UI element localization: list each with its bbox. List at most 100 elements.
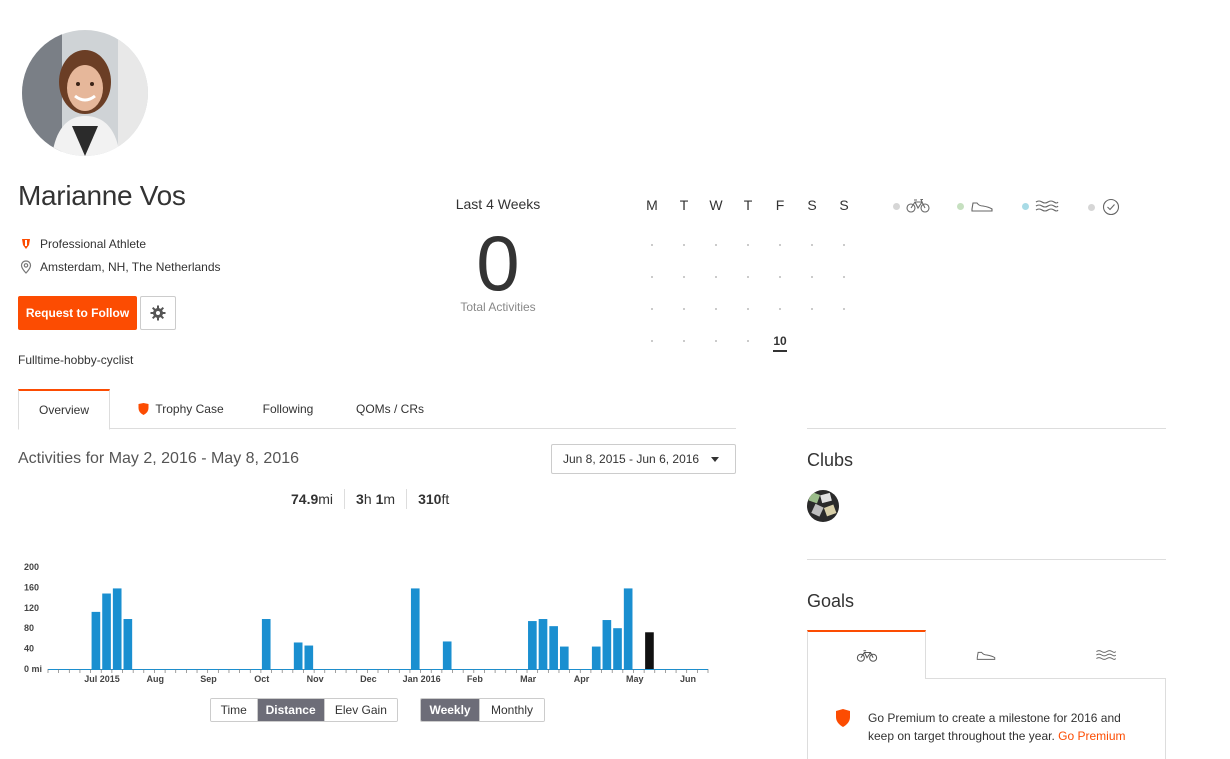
calendar-day-dot <box>747 340 749 342</box>
chart-bar[interactable] <box>91 611 101 669</box>
legend-dot <box>957 202 964 210</box>
premium-shield-icon <box>836 709 850 727</box>
run-shoe-icon <box>976 651 996 660</box>
athlete-bio: Fulltime-hobby-cyclist <box>18 353 134 367</box>
chevron-down-icon <box>711 457 719 462</box>
calendar-day-dot <box>683 308 685 310</box>
legend-ride[interactable] <box>893 198 930 214</box>
swim-icon <box>1035 200 1059 212</box>
chart-bar[interactable] <box>442 641 452 669</box>
metric-distance-button[interactable]: Distance <box>257 699 325 721</box>
athlete-location-row: Amsterdam, NH, The Netherlands <box>20 260 221 274</box>
tab-label: Overview <box>38 403 89 417</box>
weekly-distance-chart: 200 160 120 80 40 0 mi Jul 2015 Aug Sep Oct Nov Dec… <box>24 562 709 684</box>
period-monthly-button[interactable]: Monthly <box>480 699 544 721</box>
tab-trophy-case[interactable]: Trophy Case <box>124 389 238 429</box>
club-badge[interactable] <box>807 490 839 522</box>
calendar-today[interactable]: 10 <box>770 334 790 348</box>
x-tick-label: Nov <box>307 674 324 684</box>
legend-dot <box>1022 202 1029 210</box>
chart-bar[interactable] <box>261 619 271 669</box>
stat-time: 3h1m <box>344 489 406 509</box>
trophy-shield-icon <box>138 403 149 415</box>
stat-elevation-unit: ft <box>441 491 450 507</box>
chart-bar[interactable] <box>623 588 633 669</box>
chart-bar[interactable] <box>538 619 548 669</box>
calendar-day-dot <box>715 244 717 246</box>
chart-bar[interactable] <box>293 642 303 669</box>
legend-run[interactable] <box>957 198 994 214</box>
athlete-location: Amsterdam, NH, The Netherlands <box>40 260 221 274</box>
chart-bar[interactable] <box>304 645 314 669</box>
x-tick-label: Sep <box>200 674 217 684</box>
stat-time-minutes: 1 <box>375 491 384 507</box>
chart-bar[interactable] <box>102 593 111 669</box>
run-shoe-icon <box>971 202 993 212</box>
calendar-day-dot <box>843 244 845 246</box>
swim-icon <box>1096 649 1117 660</box>
divider <box>807 428 1166 429</box>
tab-overview[interactable]: Overview <box>18 389 110 430</box>
chart-bar[interactable] <box>528 621 537 669</box>
legend-dot <box>893 202 900 210</box>
cal-day-header: S <box>839 197 849 213</box>
y-tick-label: 40 <box>24 644 34 654</box>
chart-bar[interactable] <box>410 588 420 669</box>
x-tick-label: Jul 2015 <box>84 674 120 684</box>
tab-following[interactable]: Following <box>248 389 328 429</box>
goal-tab-run[interactable] <box>926 630 1046 679</box>
y-tick-label: 160 <box>24 582 39 592</box>
x-tick-label: Mar <box>520 674 537 684</box>
cal-day-header: M <box>646 197 658 213</box>
metric-elev-gain-button[interactable]: Elev Gain <box>324 699 397 721</box>
cal-day-header: T <box>743 197 753 213</box>
calendar-day-dot <box>651 244 653 246</box>
chart-bar[interactable] <box>549 626 558 669</box>
chart-bar[interactable] <box>591 646 601 669</box>
chart-bar[interactable] <box>123 619 133 669</box>
date-range-value: Jun 8, 2015 - Jun 6, 2016 <box>563 452 700 466</box>
pro-badge-icon <box>22 239 30 249</box>
calendar-today-underline <box>773 350 787 352</box>
gear-icon <box>150 305 166 321</box>
stat-distance-unit: mi <box>318 491 334 507</box>
settings-button[interactable] <box>140 296 176 330</box>
chart-bar[interactable] <box>559 646 569 669</box>
goals-title: Goals <box>807 591 855 611</box>
calendar-day-dot <box>715 340 717 342</box>
stat-time-minutes-unit: m <box>383 491 396 507</box>
stat-time-hours: 3 <box>356 491 364 507</box>
stat-elevation: 310 ft <box>406 489 460 509</box>
calendar-day-dot <box>811 244 813 246</box>
total-activities-count: 0 <box>476 219 520 307</box>
last-weeks-title: Last 4 Weeks <box>455 196 541 212</box>
calendar-day-dot <box>683 244 685 246</box>
cal-day-header: F <box>775 197 785 213</box>
chart-bar[interactable] <box>645 632 654 669</box>
legend-swim[interactable] <box>1022 198 1059 214</box>
stat-distance-value: 74.9 <box>291 491 319 507</box>
period-weekly-button[interactable]: Weekly <box>421 699 481 721</box>
tab-label: Trophy Case <box>155 402 224 416</box>
chart-bar[interactable] <box>112 588 122 669</box>
goal-tab-ride[interactable] <box>807 630 926 679</box>
tab-label: QOMs / CRs <box>356 402 424 416</box>
metric-time-button[interactable]: Time <box>211 699 258 721</box>
bike-icon <box>856 649 877 662</box>
calendar-day-dot <box>715 276 717 278</box>
calendar-day-dot <box>811 308 813 310</box>
tab-qoms-crs[interactable]: QOMs / CRs <box>346 389 434 429</box>
chart-bar[interactable] <box>613 628 622 669</box>
calendar-day-dot <box>843 308 845 310</box>
goal-tab-swim[interactable] <box>1046 630 1166 679</box>
legend-other[interactable] <box>1088 198 1121 216</box>
other-activity-icon <box>1102 198 1120 216</box>
weekly-stats: 74.9 mi 3h1m 310 ft <box>280 488 460 510</box>
period-toggle: Weekly Monthly <box>420 698 545 722</box>
activities-title: Activities for May 2, 2016 - May 8, 2016 <box>18 450 300 467</box>
x-tick-label: Apr <box>574 674 590 684</box>
date-range-select[interactable]: Jun 8, 2015 - Jun 6, 2016 <box>551 444 736 474</box>
go-premium-link[interactable]: Go Premium <box>1058 729 1125 743</box>
chart-bar[interactable] <box>602 620 612 669</box>
request-to-follow-button[interactable]: Request to Follow <box>18 296 137 330</box>
